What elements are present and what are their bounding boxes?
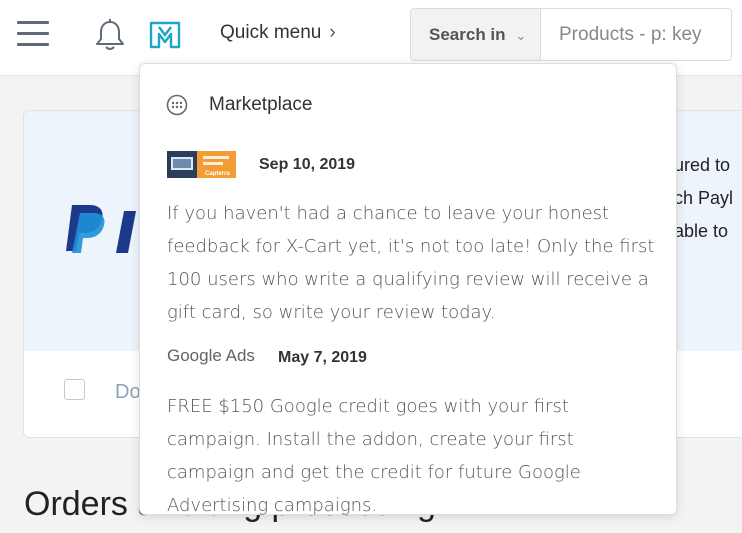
card-text-line: ch Payl bbox=[674, 188, 734, 208]
marketplace-logo-icon[interactable] bbox=[149, 20, 181, 50]
popup-title: Marketplace bbox=[209, 94, 313, 115]
capterra-caption: Capterra bbox=[205, 171, 230, 177]
google-ads-logo: Google Ads bbox=[167, 346, 255, 365]
marketplace-circle-icon bbox=[166, 94, 188, 116]
quick-menu-button[interactable]: Quick menu › bbox=[220, 22, 336, 44]
marketplace-link[interactable]: Marketplace bbox=[166, 94, 313, 116]
paypal-logo bbox=[64, 203, 144, 262]
quick-menu-label: Quick menu bbox=[220, 22, 322, 43]
chevron-right-icon: › bbox=[329, 22, 336, 43]
search-input[interactable] bbox=[542, 9, 731, 60]
dont-show-checkbox[interactable] bbox=[64, 379, 85, 400]
news-body: If you haven't had a chance to leave you… bbox=[167, 203, 655, 323]
google-ads-thumbnail[interactable]: Google Ads bbox=[167, 346, 255, 370]
capterra-thumbnail[interactable]: Capterra bbox=[167, 151, 236, 178]
news-date: May 7, 2019 bbox=[278, 349, 367, 366]
news-date: Sep 10, 2019 bbox=[259, 156, 356, 173]
chevron-down-icon: ⌄ bbox=[515, 28, 527, 43]
news-body: FREE $150 Google credit goes with your f… bbox=[167, 396, 581, 516]
card-description: ured to ch Payl able to bbox=[674, 149, 733, 248]
search-bar: Search in ⌄ bbox=[410, 8, 732, 61]
quick-menu-popup: Marketplace Capterra Sep 10, 2019 If you… bbox=[139, 63, 677, 516]
search-in-label: Search in bbox=[429, 25, 506, 44]
card-text-line: able to bbox=[674, 221, 729, 241]
search-in-dropdown[interactable]: Search in ⌄ bbox=[411, 9, 541, 60]
bell-icon[interactable] bbox=[94, 18, 126, 52]
card-text-line: ured to bbox=[674, 155, 731, 175]
dont-show-label: Do bbox=[115, 381, 141, 403]
hamburger-menu-icon[interactable] bbox=[17, 21, 49, 47]
